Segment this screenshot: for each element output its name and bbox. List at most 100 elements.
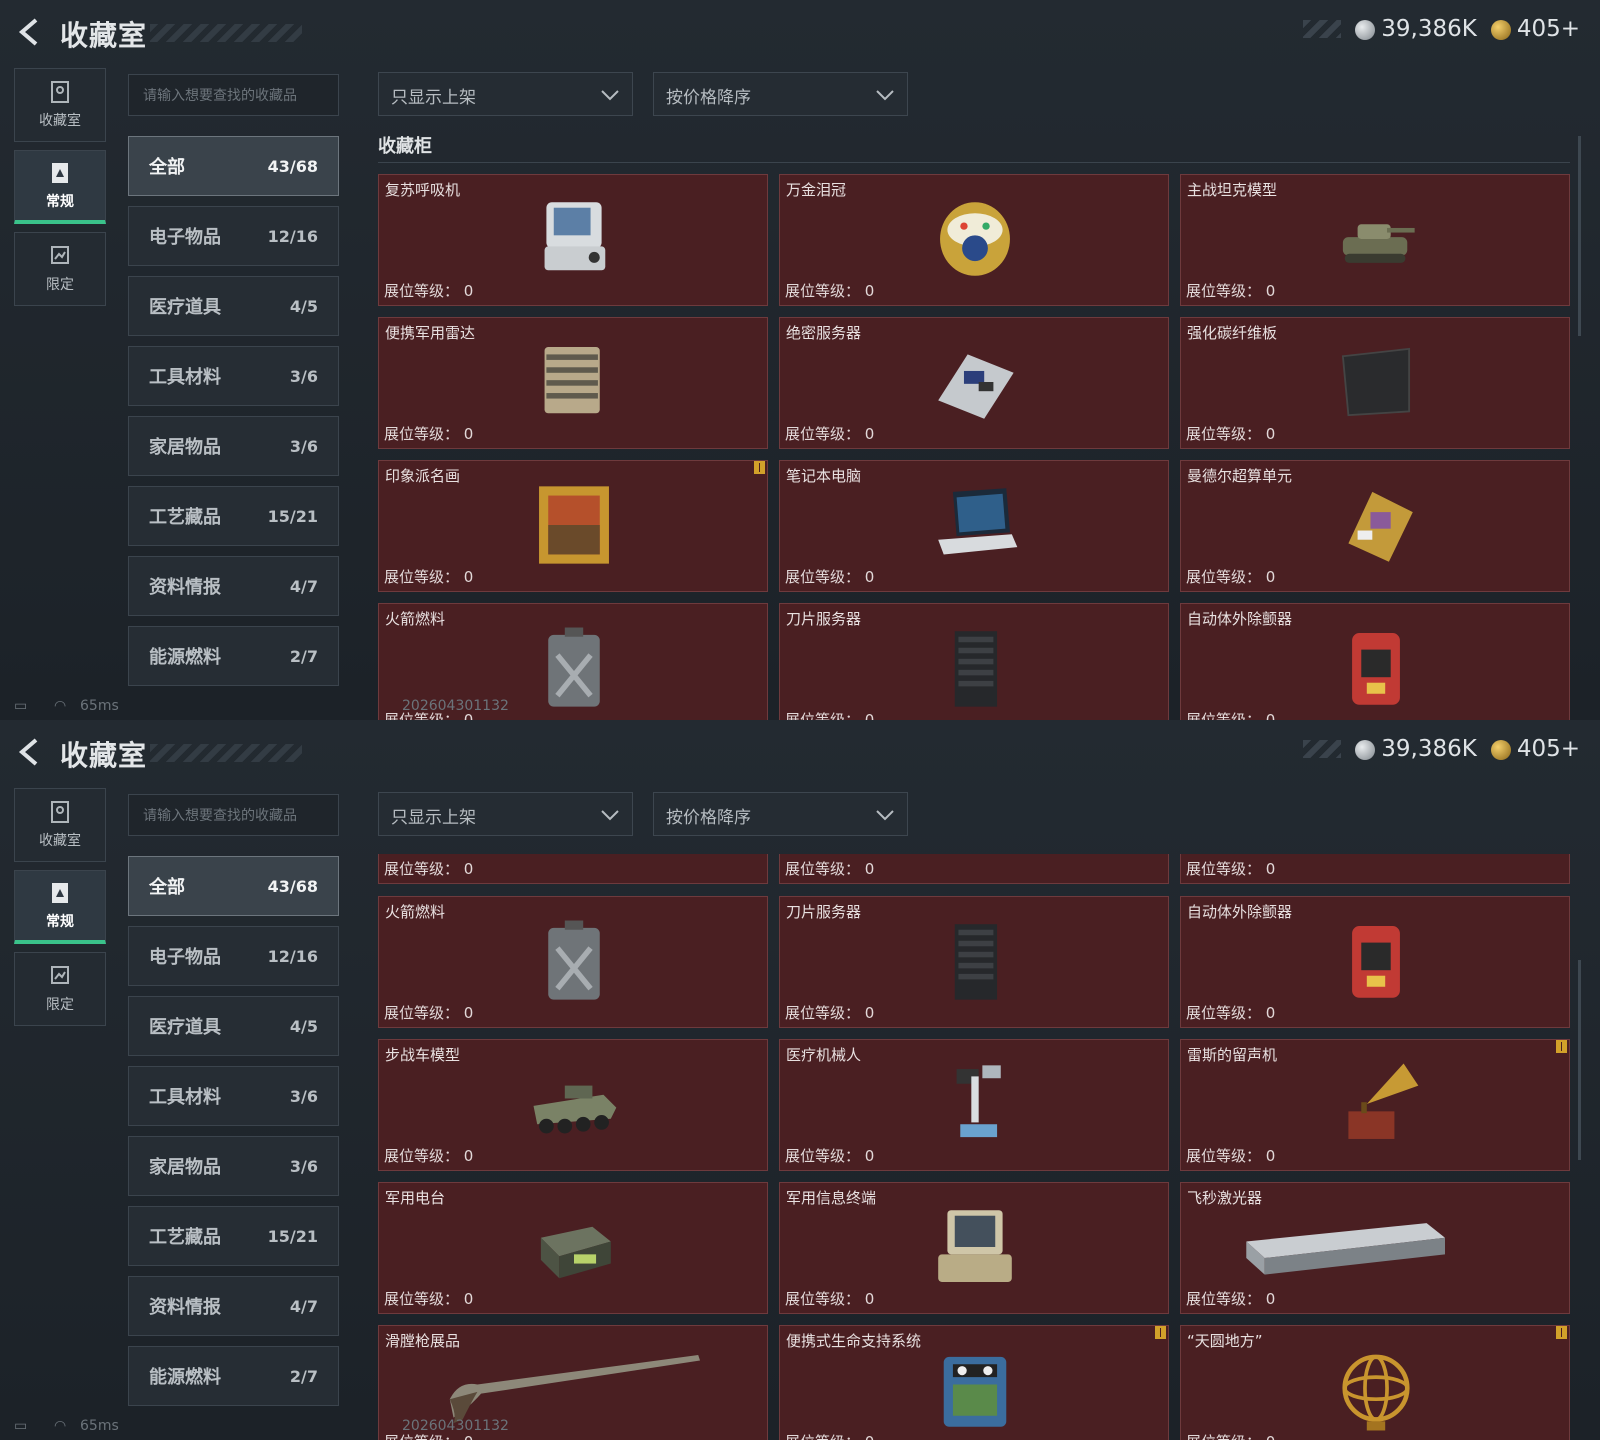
- category-list: 全部 43/68 电子物品 12/16 医疗道具 4/5 工具材料 3/6 家居物品 3/…: [128, 856, 339, 1416]
- nav-label: 常规: [46, 193, 74, 210]
- sort-dropdown[interactable]: 按价格降序: [653, 72, 908, 116]
- collection-card[interactable]: 飞秒激光器 展位等级： 0: [1180, 1182, 1570, 1314]
- notice-badge-icon: [1556, 1040, 1567, 1053]
- silver-amount: 39,386K: [1381, 736, 1477, 762]
- category-list: 全部 43/68 电子物品 12/16 医疗道具 4/5 工具材料 3/6 家居物品 3/…: [128, 136, 339, 696]
- shelf-filter-dropdown[interactable]: 只显示上架: [378, 72, 633, 116]
- category-count: 2/7: [289, 1366, 318, 1386]
- booth-level: 展位等级： 0: [384, 1147, 474, 1165]
- item-name: 刀片服务器: [786, 610, 862, 628]
- server-board-icon: [938, 354, 1014, 419]
- item-name: 便携军用雷达: [385, 324, 476, 342]
- collection-card[interactable]: 刀片服务器 展位等级： 0: [779, 896, 1169, 1028]
- nav-regular[interactable]: 常规: [14, 150, 106, 224]
- collection-card[interactable]: 军用电台 展位等级： 0: [378, 1182, 768, 1314]
- collection-card[interactable]: 绝密服务器 展位等级： 0: [779, 317, 1169, 449]
- defibrillator-icon: [1352, 926, 1400, 998]
- category-all[interactable]: 全部 43/68: [128, 856, 339, 916]
- category-fuel[interactable]: 能源燃料 2/7: [128, 626, 339, 686]
- ping-text: 65ms: [80, 698, 119, 714]
- shelf-filter-dropdown[interactable]: 只显示上架: [378, 792, 633, 836]
- item-name: 刀片服务器: [786, 903, 862, 921]
- nav-collection-room[interactable]: 收藏室: [14, 788, 106, 862]
- scrollbar[interactable]: [1578, 960, 1581, 1160]
- collection-card[interactable]: 便携军用雷达 展位等级： 0: [378, 317, 768, 449]
- booth-level: 展位等级： 0: [384, 568, 474, 586]
- ventilator-icon: [544, 202, 606, 271]
- category-all[interactable]: 全部 43/68: [128, 136, 339, 196]
- collection-card[interactable]: 复苏呼吸机 展位等级： 0: [378, 174, 768, 306]
- silver-currency: 39,386K: [1355, 736, 1477, 762]
- collection-card[interactable]: 步战车模型展位等级： 0: [378, 1039, 768, 1171]
- search-input[interactable]: 请输入想要查找的收藏品: [128, 74, 339, 116]
- category-count: 4/5: [289, 1016, 318, 1036]
- category-household[interactable]: 家居物品 3/6: [128, 1136, 339, 1196]
- collection-card[interactable]: 自动体外除颤器 展位等级： 0: [1180, 896, 1570, 1028]
- collection-card[interactable]: 强化碳纤维板 展位等级： 0: [1180, 317, 1570, 449]
- gold-currency[interactable]: 405+: [1490, 736, 1580, 762]
- collection-card[interactable]: 医疗机械人 展位等级： 0: [779, 1039, 1169, 1171]
- category-electronics[interactable]: 电子物品 12/16: [128, 926, 339, 986]
- nav-limited[interactable]: 限定: [14, 232, 106, 306]
- category-count: 12/16: [267, 226, 318, 246]
- category-fuel[interactable]: 能源燃料 2/7: [128, 1346, 339, 1406]
- back-arrow-icon[interactable]: [14, 16, 46, 48]
- category-medical[interactable]: 医疗道具 4/5: [128, 996, 339, 1056]
- nav-label: 收藏室: [39, 113, 81, 129]
- currency-hatch-decoration: [1303, 740, 1342, 758]
- item-name: 步战车模型: [385, 1046, 461, 1064]
- currency-hatch-decoration: [1303, 20, 1342, 38]
- chevron-down-icon: [601, 90, 619, 101]
- item-name: 笔记本电脑: [786, 467, 862, 485]
- item-name: 自动体外除颤器: [1187, 903, 1293, 921]
- collection-card[interactable]: 曼德尔超算单元 展位等级： 0: [1180, 460, 1570, 592]
- gold-currency[interactable]: 405+: [1490, 16, 1580, 42]
- category-label: 全部: [149, 877, 185, 898]
- chevron-down-icon: [601, 810, 619, 821]
- chevron-down-icon: [876, 810, 894, 821]
- collection-card-partial[interactable]: 展位等级： 0: [378, 854, 768, 884]
- collection-card[interactable]: 印象派名画 展位等级： 0: [378, 460, 768, 592]
- category-intel[interactable]: 资料情报 4/7: [128, 556, 339, 616]
- category-intel[interactable]: 资料情报 4/7: [128, 1276, 339, 1336]
- category-count: 4/5: [289, 296, 318, 316]
- nav-limited[interactable]: 限定: [14, 952, 106, 1026]
- scrollbar[interactable]: [1578, 136, 1581, 336]
- gold-amount: 405+: [1516, 736, 1580, 762]
- collection-card[interactable]: 雷斯的留声机 展位等级： 0: [1180, 1039, 1570, 1171]
- gold-amount: 405+: [1516, 16, 1580, 42]
- category-tools[interactable]: 工具材料 3/6: [128, 1066, 339, 1126]
- nav-collection-room[interactable]: 收藏室: [14, 68, 106, 142]
- collection-grid: 复苏呼吸机 展位等级： 0 万金泪冠 展位等级： 0 主战坦克模型 展位等级： 0 便携军用…: [378, 174, 1570, 720]
- shelf-filter-value: 只显示上架: [391, 808, 476, 828]
- back-arrow-icon[interactable]: [14, 736, 46, 768]
- category-crafts[interactable]: 工艺藏品 15/21: [128, 486, 339, 546]
- limited-icon: [51, 246, 69, 264]
- category-electronics[interactable]: 电子物品 12/16: [128, 206, 339, 266]
- category-count: 15/21: [267, 506, 318, 526]
- currency-bar: 39,386K 405+: [1303, 16, 1580, 42]
- regular-icon: [52, 882, 68, 903]
- build-text: 202604301132: [402, 1418, 509, 1434]
- collection-card-partial[interactable]: 展位等级： 0: [1180, 854, 1570, 884]
- search-input[interactable]: 请输入想要查找的收藏品: [128, 794, 339, 836]
- nav-regular[interactable]: 常规: [14, 870, 106, 944]
- category-crafts[interactable]: 工艺藏品 15/21: [128, 1206, 339, 1266]
- title-hatch-decoration: [150, 24, 302, 42]
- category-label: 能源燃料: [149, 647, 221, 668]
- category-medical[interactable]: 医疗道具 4/5: [128, 276, 339, 336]
- collection-card[interactable]: 笔记本电脑 展位等级： 0: [779, 460, 1169, 592]
- category-tools[interactable]: 工具材料 3/6: [128, 346, 339, 406]
- sort-dropdown[interactable]: 按价格降序: [653, 792, 908, 836]
- collection-card[interactable]: 火箭燃料 展位等级： 0: [378, 896, 768, 1028]
- category-label: 全部: [149, 157, 185, 178]
- collection-card[interactable]: 主战坦克模型 展位等级： 0: [1180, 174, 1570, 306]
- page-title: 收藏室: [60, 739, 148, 772]
- category-household[interactable]: 家居物品 3/6: [128, 416, 339, 476]
- item-name: 自动体外除颤器: [1187, 610, 1293, 628]
- collection-card-partial[interactable]: 展位等级： 0: [779, 854, 1169, 884]
- collection-card[interactable]: 军用信息终端 展位等级： 0: [779, 1182, 1169, 1314]
- booth-level: 展位等级： 0: [1186, 568, 1276, 586]
- collection-card[interactable]: 万金泪冠 展位等级： 0: [779, 174, 1169, 306]
- nav-label: 限定: [46, 277, 74, 293]
